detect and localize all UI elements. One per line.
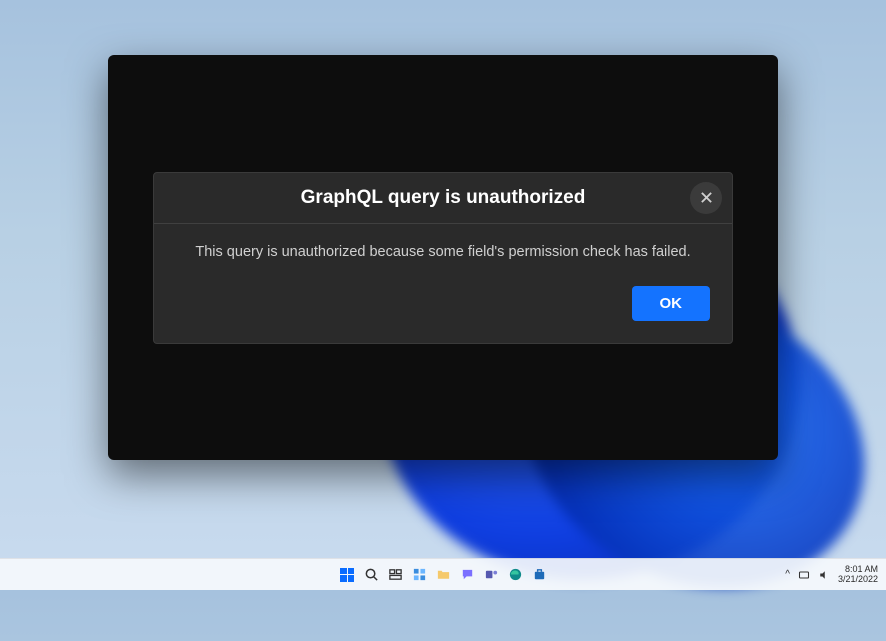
dialog-actions: OK xyxy=(176,286,710,321)
dialog-title: GraphQL query is unauthorized xyxy=(301,187,586,209)
application-window: GraphQL query is unauthorized This query… xyxy=(108,55,778,460)
chat-icon xyxy=(460,567,475,582)
start-button[interactable] xyxy=(337,565,357,585)
windows-logo-icon xyxy=(340,568,354,582)
taskbar: ^ 8:01 AM 3/21/2022 xyxy=(0,558,886,590)
dialog-body: This query is unauthorized because some … xyxy=(154,224,732,343)
widgets-button[interactable] xyxy=(409,565,429,585)
network-icon[interactable] xyxy=(798,569,810,581)
dialog-message: This query is unauthorized because some … xyxy=(176,244,710,260)
error-dialog: GraphQL query is unauthorized This query… xyxy=(153,172,733,344)
store-icon xyxy=(532,567,547,582)
teams-icon xyxy=(484,567,499,582)
close-button[interactable] xyxy=(690,182,722,214)
task-view-icon xyxy=(388,567,403,582)
volume-icon[interactable] xyxy=(818,569,830,581)
folder-icon xyxy=(436,567,451,582)
edge-icon xyxy=(508,567,523,582)
ok-button[interactable]: OK xyxy=(632,286,711,321)
chat-button[interactable] xyxy=(457,565,477,585)
dialog-header: GraphQL query is unauthorized xyxy=(154,173,732,224)
teams-button[interactable] xyxy=(481,565,501,585)
task-view-button[interactable] xyxy=(385,565,405,585)
tray-chevron-icon[interactable]: ^ xyxy=(785,569,790,580)
widgets-icon xyxy=(412,567,427,582)
clock[interactable]: 8:01 AM 3/21/2022 xyxy=(838,565,878,585)
date-text: 3/21/2022 xyxy=(838,575,878,585)
search-icon xyxy=(364,567,379,582)
taskbar-center xyxy=(337,565,549,585)
edge-button[interactable] xyxy=(505,565,525,585)
system-tray: ^ 8:01 AM 3/21/2022 xyxy=(785,565,878,585)
store-button[interactable] xyxy=(529,565,549,585)
file-explorer-button[interactable] xyxy=(433,565,453,585)
close-icon xyxy=(700,191,713,204)
search-button[interactable] xyxy=(361,565,381,585)
